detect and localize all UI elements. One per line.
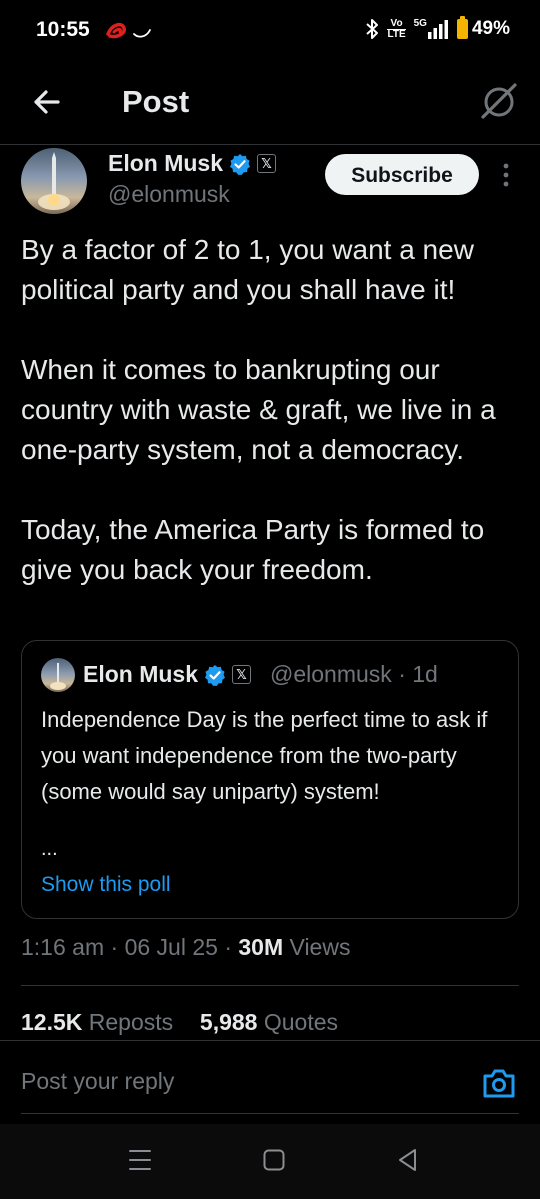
reposts-count[interactable]: 12.5K [21,1009,82,1035]
reply-input[interactable]: Post your reply [21,1068,174,1095]
tweet-time: 1:16 am [21,934,105,960]
subscribe-button[interactable]: Subscribe [325,154,479,195]
more-options-icon[interactable] [500,160,512,190]
author-name-row[interactable]: Elon Musk 𝕏 [108,150,277,177]
reposts-label[interactable]: Reposts [89,1009,173,1035]
volte-indicator: Vo LTE [387,17,406,40]
verified-badge-icon [205,664,226,686]
status-icons: Vo LTE 5G 49% [365,16,510,40]
quoted-tweet-text: Independence Day is the perfect time to … [41,707,488,804]
bluetooth-icon [366,19,379,39]
affiliate-badge: 𝕏 [257,154,277,173]
views-label[interactable]: Views [290,934,351,960]
recent-apps-icon[interactable] [120,1140,160,1180]
verified-badge-icon [230,153,251,175]
views-count[interactable]: 30M [238,934,283,960]
separator-dot: · [224,934,239,960]
tweet-text: By a factor of 2 to 1, you want a new po… [21,234,496,585]
author-name[interactable]: Elon Musk [108,150,223,177]
affiliate-badge: 𝕏 [232,665,252,684]
show-poll-link[interactable]: Show this poll [41,873,171,897]
meta-divider [21,985,519,986]
separator-dot: · [398,661,413,687]
separator-dot: · [110,934,125,960]
status-time: 10:55 [36,18,90,41]
quotes-count[interactable]: 5,988 [200,1009,258,1035]
back-arrow-icon[interactable] [28,82,68,122]
author-handle[interactable]: @elonmusk [108,181,230,208]
network-type: 5G [413,17,427,29]
tweet-stats: 12.5K Reposts 5,988 Quotes [21,1009,338,1036]
back-nav-icon[interactable] [388,1140,428,1180]
quoted-author-name: Elon Musk [83,661,199,687]
quoted-author-handle: @elonmusk [270,661,392,687]
grok-icon[interactable] [478,80,520,122]
quoted-age: 1d [412,661,438,687]
tweet-date: 06 Jul 25 [124,934,218,960]
header-divider [0,144,540,145]
carrier-logo-icon [106,22,151,39]
quoted-author-row: Elon Musk 𝕏 [83,661,252,688]
tweet-meta: 1:16 am · 06 Jul 25 · 30M Views [21,934,350,961]
quoted-ellipsis: ... [41,838,58,860]
quoted-author-avatar [41,658,75,692]
reply-underline [21,1113,519,1114]
author-avatar[interactable] [21,148,87,214]
page-title: Post [122,84,190,119]
battery-icon [456,16,468,39]
signal-icon [427,20,448,39]
rocket-launch-image [38,152,70,210]
battery-level: 49% [471,18,510,39]
quoted-handle-row: @elonmusk · 1d [270,661,438,688]
quotes-label[interactable]: Quotes [264,1009,338,1035]
home-icon[interactable] [254,1140,294,1180]
camera-icon[interactable] [481,1065,517,1101]
